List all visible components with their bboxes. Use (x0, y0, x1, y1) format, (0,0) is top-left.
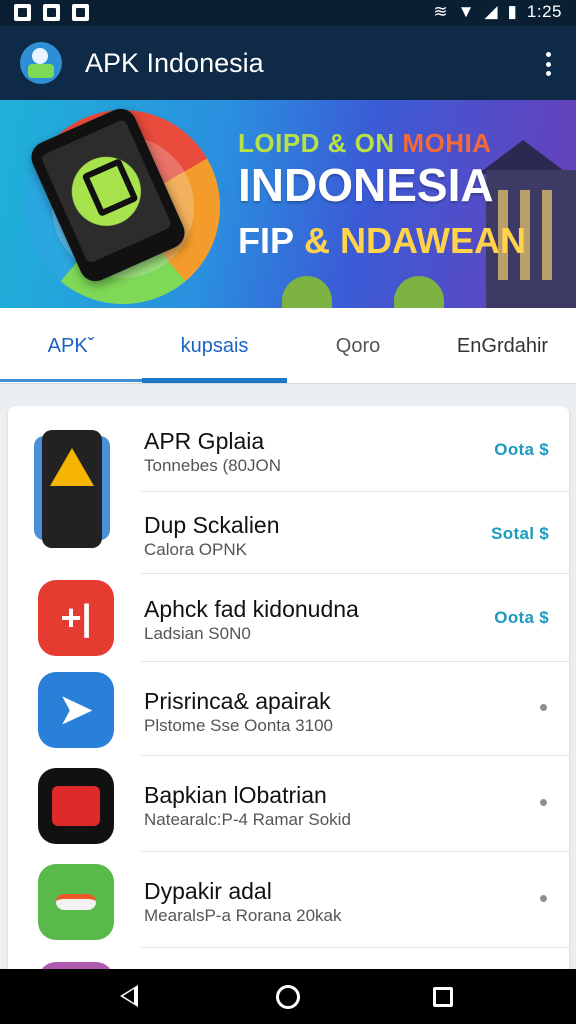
app-title: APK Indonesia (85, 48, 264, 78)
notification-icon (43, 4, 60, 21)
price-button[interactable]: Sotal $ (491, 524, 549, 544)
app-list: APR Gplaia Tonnebes (80JON Oota $ Dup Sc… (8, 406, 569, 1006)
banner-line-1-accent: MOHIA (402, 128, 492, 158)
tab-qoro[interactable]: Qoro (287, 308, 429, 384)
status-notifications (14, 4, 89, 21)
price-button[interactable]: Oota $ (494, 608, 549, 628)
app-name: Prisrinca& apairak (144, 688, 331, 714)
tab-indicator-active (142, 378, 287, 383)
list-item[interactable]: Bapkian lObatrian Natearalc:P-4 Ramar So… (8, 756, 569, 852)
app-meta: Tonnebes (80JON (144, 456, 282, 475)
tab-indicator-secondary (0, 379, 142, 382)
app-bar: APK Indonesia (0, 26, 576, 100)
apk-indonesia-logo[interactable] (20, 42, 62, 84)
gallery-icon (14, 4, 31, 21)
app-meta: Plstome Sse Oonta 3100 (144, 716, 334, 735)
app-name: APR Gplaia (144, 428, 265, 454)
banner-line-1: LOIPD & ON MOHIA (238, 128, 492, 158)
list-item[interactable]: Dypakir adal MearalsP-a Rorana 20kak (8, 852, 569, 948)
battery-icon: ▮ (507, 2, 517, 21)
phone-screen: ≋ ▼ ◢ ▮ 1:25 APK Indonesia LOIPD & ON MO… (0, 0, 576, 1024)
tab-engrdahir[interactable]: EnGrdahir (429, 308, 576, 384)
status-dot-icon (540, 895, 547, 902)
back-icon[interactable] (120, 985, 138, 1007)
status-dot-icon (540, 704, 547, 711)
status-bar: ≋ ▼ ◢ ▮ 1:25 (0, 0, 576, 26)
tab-apk[interactable]: APKˇ (0, 308, 142, 384)
app-name: Dypakir adal (144, 878, 272, 904)
n-app-icon (72, 4, 89, 21)
list-item[interactable]: +| Aphck fad kidonudna Ladsian S0N0 Oota… (8, 574, 569, 662)
pill-glyph-icon (56, 894, 96, 910)
price-button[interactable]: Oota $ (494, 440, 549, 460)
camera-app-icon (38, 768, 114, 844)
pill-app-icon (38, 864, 114, 940)
arrow-glyph-icon: ➤ (59, 688, 93, 732)
arrow-app-icon: ➤ (38, 672, 114, 748)
more-vert-icon[interactable] (538, 50, 558, 78)
category-tabs: APKˇ kupsais Qoro EnGrdahir (0, 308, 576, 384)
wifi-icon: ▼ (457, 2, 475, 21)
list-item[interactable]: ➤ Prisrinca& apairak Plstome Sse Oonta 3… (8, 662, 569, 756)
tab-kupsais[interactable]: kupsais (142, 308, 287, 384)
app-meta: MearalsP-a Rorana 20kak (144, 906, 342, 925)
app-name: Bapkian lObatrian (144, 782, 327, 808)
app-name: Dup Sckalien (144, 512, 280, 538)
recents-icon[interactable] (433, 987, 453, 1007)
app-meta: Natearalc:P-4 Ramar Sokid (144, 810, 351, 829)
banner-line-3: FIP & NDAWEAN (238, 220, 527, 261)
app-name: Aphck fad kidonudna (144, 596, 359, 622)
status-system: ≋ ▼ ◢ ▮ 1:25 (433, 2, 562, 22)
list-item[interactable]: Dup Sckalien Calora OPNK Sotal $ (8, 492, 569, 574)
home-icon[interactable] (276, 985, 300, 1009)
app-meta: Ladsian S0N0 (144, 624, 251, 643)
signal-icon: ◢ (484, 2, 498, 21)
status-dot-icon (540, 799, 547, 806)
list-item[interactable]: APR Gplaia Tonnebes (80JON Oota $ (8, 406, 569, 548)
app-meta: Calora OPNK (144, 540, 247, 559)
status-time: 1:25 (526, 2, 562, 21)
split-glyph-icon: +| (60, 597, 92, 638)
vibrate-icon: ≋ (433, 2, 448, 21)
navigation-bar (0, 969, 576, 1024)
banner-line-2: INDONESIA (238, 159, 494, 211)
camera-glyph-icon (52, 786, 100, 826)
split-app-icon: +| (38, 580, 114, 656)
